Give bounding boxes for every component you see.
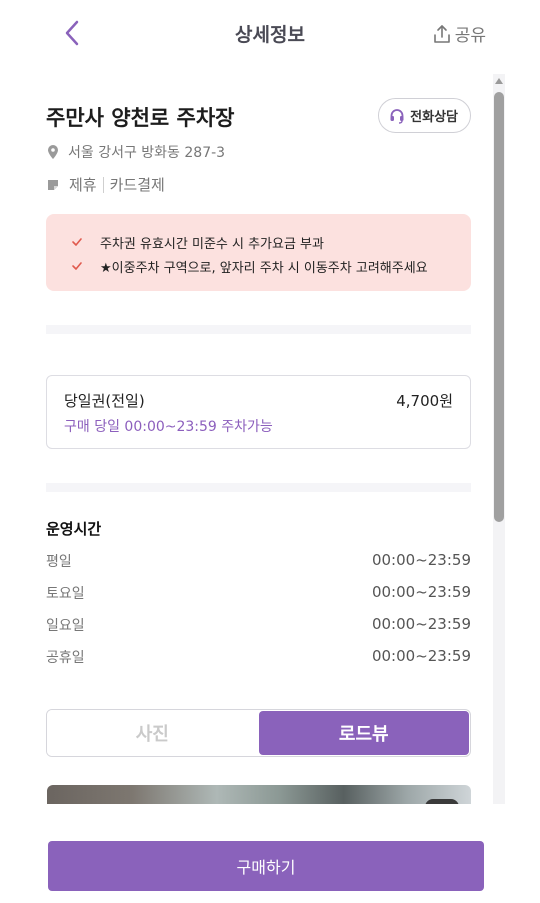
hours-row-sunday: 일요일 00:00~23:59 bbox=[46, 615, 471, 637]
headset-icon bbox=[390, 108, 404, 124]
tag-divider bbox=[102, 176, 104, 193]
hours-day: 일요일 bbox=[46, 618, 85, 634]
hours-row-holiday: 공휴일 00:00~23:59 bbox=[46, 647, 471, 669]
share-label: 공유 bbox=[454, 26, 486, 46]
ticket-card[interactable]: 당일권(전일) 4,700원 구매 당일 00:00~23:59 주차가능 bbox=[46, 375, 471, 449]
feature-tags: 제휴 카드결제 bbox=[46, 174, 165, 195]
hours-time: 00:00~23:59 bbox=[371, 615, 471, 633]
hours-row-weekday: 평일 00:00~23:59 bbox=[46, 551, 471, 573]
section-divider bbox=[46, 325, 471, 334]
hours-time: 00:00~23:59 bbox=[371, 583, 471, 601]
ticket-price: 4,700원 bbox=[396, 392, 453, 410]
media-tabs: 사진 로드뷰 bbox=[46, 709, 471, 757]
roadview-image[interactable] bbox=[47, 785, 471, 804]
tab-roadview[interactable]: 로드뷰 bbox=[258, 711, 469, 755]
scroll-up-icon[interactable] bbox=[495, 78, 503, 84]
notice-item: 주차권 유효시간 미준수 시 추가요금 부과 bbox=[70, 230, 471, 254]
share-upload-icon bbox=[433, 24, 450, 43]
tag-partner: 제휴 bbox=[69, 176, 97, 194]
notice-box: 주차권 유효시간 미준수 시 추가요금 부과 ★이중주차 구역으로, 앞자리 주… bbox=[46, 214, 471, 291]
hours-time: 00:00~23:59 bbox=[371, 551, 471, 569]
ticket-name: 당일권(전일) bbox=[64, 392, 145, 410]
check-icon bbox=[72, 238, 82, 246]
section-divider bbox=[46, 483, 471, 492]
hours-day: 공휴일 bbox=[46, 650, 85, 666]
tag-icon bbox=[48, 179, 58, 190]
hours-time: 00:00~23:59 bbox=[371, 647, 471, 665]
phone-consult-button[interactable]: 전화상담 bbox=[378, 98, 471, 133]
top-app-bar: 상세정보 공유 bbox=[0, 0, 540, 66]
title-row: 주만사 양천로 주차장 전화상담 bbox=[46, 98, 471, 134]
scrollbar-thumb[interactable] bbox=[494, 92, 504, 522]
notice-text: ★이중주차 구역으로, 앞자리 주차 시 이동주차 고려해주세요 bbox=[100, 260, 428, 276]
address-text: 서울 강서구 방화동 287-3 bbox=[68, 145, 226, 161]
check-icon bbox=[72, 262, 82, 270]
share-button[interactable]: 공유 bbox=[433, 21, 486, 46]
scrollbar[interactable] bbox=[493, 74, 505, 804]
tab-photo[interactable]: 사진 bbox=[47, 710, 258, 756]
hours-day: 토요일 bbox=[46, 586, 85, 602]
notice-item: ★이중주차 구역으로, 앞자리 주차 시 이동주차 고려해주세요 bbox=[70, 254, 471, 278]
location-pin-icon bbox=[48, 145, 58, 159]
detail-content[interactable]: 주만사 양천로 주차장 전화상담 서울 강서구 방화동 287-3 제휴 카드결… bbox=[0, 74, 540, 804]
phone-consult-label: 전화상담 bbox=[410, 110, 458, 125]
ticket-description: 구매 당일 00:00~23:59 주차가능 bbox=[64, 419, 273, 435]
notice-text: 주차권 유효시간 미준수 시 추가요금 부과 bbox=[100, 236, 324, 252]
hours-row-saturday: 토요일 00:00~23:59 bbox=[46, 583, 471, 605]
address-row: 서울 강서구 방화동 287-3 bbox=[46, 142, 225, 162]
parking-lot-name: 주만사 양천로 주차장 bbox=[46, 106, 235, 130]
operating-hours-title: 운영시간 bbox=[46, 520, 102, 538]
tag-card-payment: 카드결제 bbox=[109, 176, 165, 194]
hours-day: 평일 bbox=[46, 554, 72, 570]
expand-button[interactable] bbox=[425, 799, 459, 804]
buy-button[interactable]: 구매하기 bbox=[48, 841, 484, 891]
